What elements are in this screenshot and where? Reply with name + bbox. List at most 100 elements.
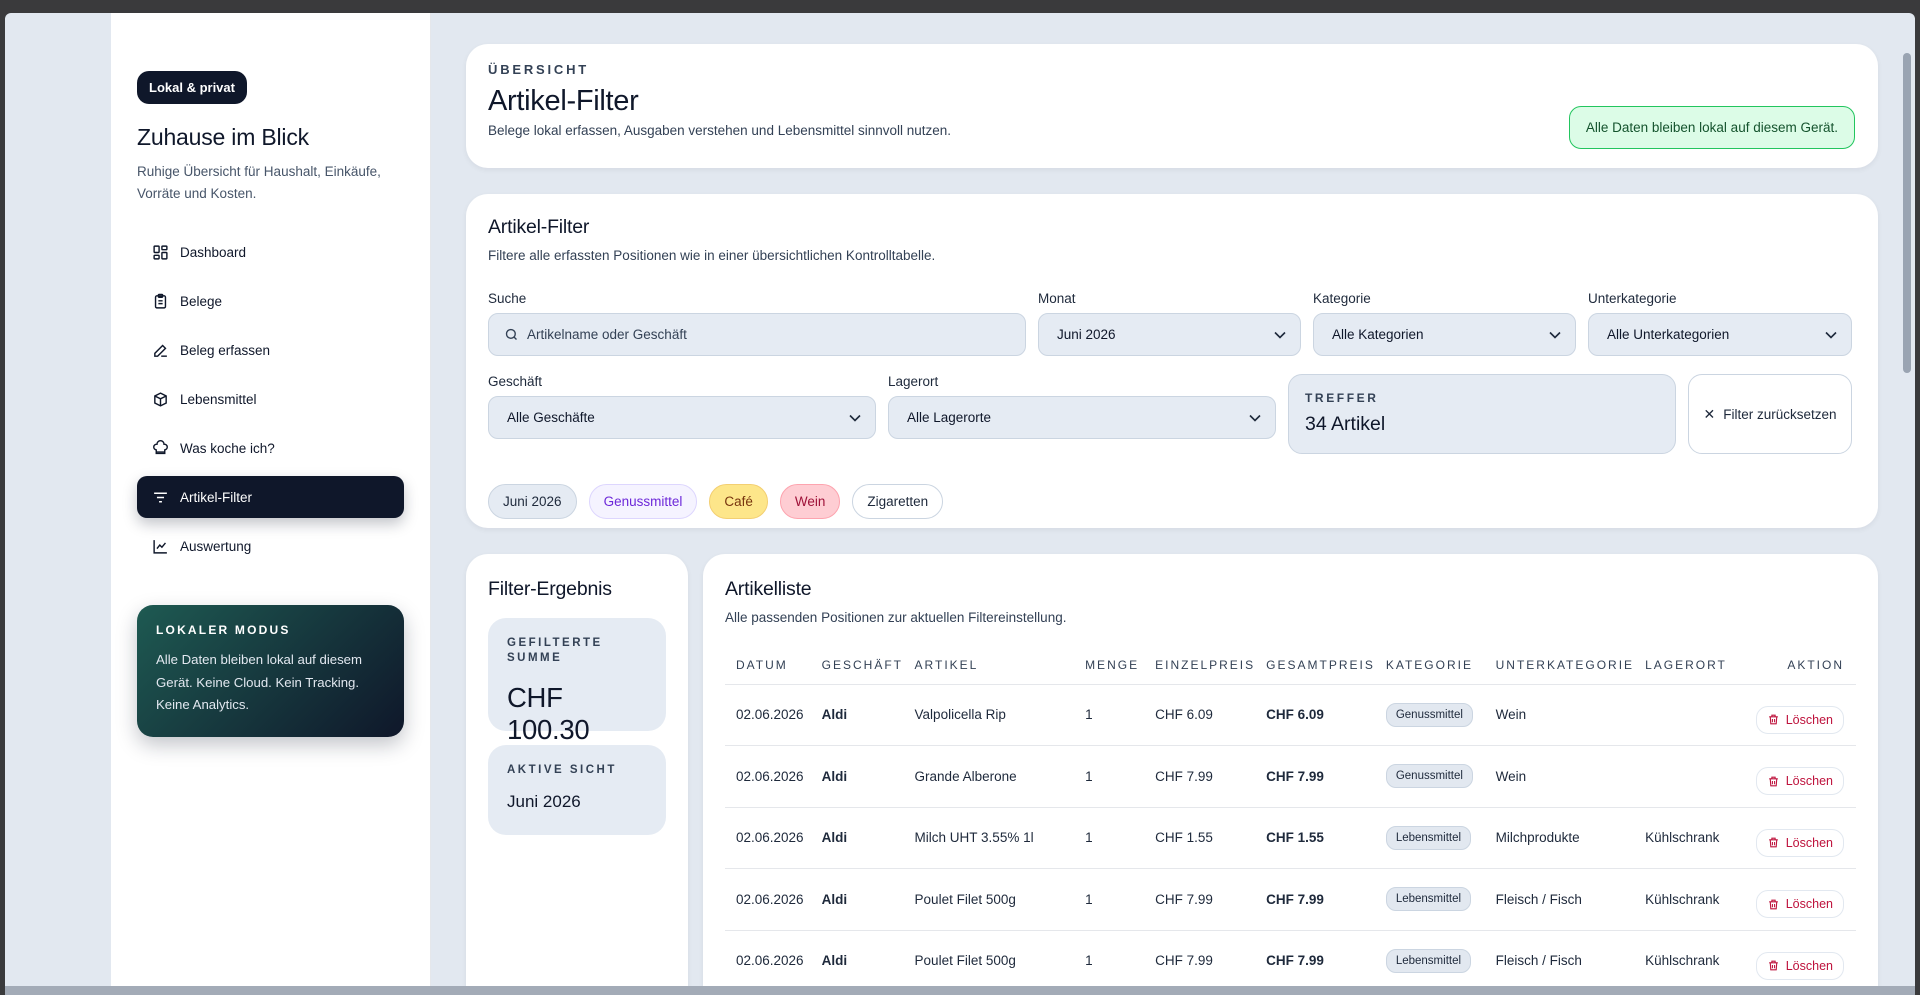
active-view-label: AKTIVE SICHT [507,764,617,776]
reset-filter-button[interactable]: ✕ Filter zurücksetzen [1688,374,1852,454]
subcategory-label: Unterkategorie [1588,291,1677,306]
cell-total-price: CHF 7.99 [1255,868,1375,931]
delete-label: Löschen [1785,774,1833,789]
column-header-quantity[interactable]: MENGE [1074,647,1145,685]
reset-filter-label: Filter zurücksetzen [1723,406,1837,422]
hits-box: TREFFER 34 Artikel [1288,374,1676,454]
sidebar-item-artikel-filter[interactable]: Artikel-Filter [137,476,404,518]
cell-subcategory: Fleisch / Fisch [1484,868,1635,931]
filter-subtitle: Filtere alle erfassten Positionen wie in… [488,248,936,263]
horizontal-scrollbar[interactable] [5,986,1915,995]
delete-label: Löschen [1785,897,1833,912]
sidebar-item-lebensmittel[interactable]: Lebensmittel [137,378,404,420]
cell-date: 02.06.2026 [725,807,811,869]
cell-store: Aldi [810,930,904,992]
filter-result-card: Filter-Ergebnis GEFILTERTE SUMME CHF 100… [466,554,688,995]
column-header-total-price[interactable]: GESAMTPREIS [1255,647,1375,685]
column-header-unit-price[interactable]: EINZELPREIS [1144,647,1256,685]
column-header-category[interactable]: KATEGORIE [1374,647,1485,685]
local-mode-card: LOKALER MODUS Alle Daten bleiben lokal a… [137,605,404,737]
filtered-sum-value: CHF 100.30 [507,682,590,745]
cell-item: Poulet Filet 500g [903,930,1075,992]
sidebar-item-beleg-erfassen[interactable]: Beleg erfassen [137,329,404,371]
cell-category: Genussmittel [1374,745,1485,808]
location-select[interactable]: Alle Lagerorte [888,396,1276,439]
column-header-store[interactable]: GESCHÄFT [810,647,904,685]
month-value: Juni 2026 [1057,327,1116,342]
category-badge: Lebensmittel [1385,887,1472,912]
cell-action: Löschen [1744,684,1856,746]
page-scrollbar[interactable] [1903,53,1911,373]
store-label: Geschäft [488,374,543,389]
chip-genussmittel[interactable]: Genussmittel [588,484,698,519]
chip-wein[interactable]: Wein [779,484,841,519]
cell-subcategory: Wein [1484,684,1635,746]
trash-icon [1768,776,1778,787]
sidebar-item-label: Artikel-Filter [180,489,253,505]
sidebar-item-belege[interactable]: Belege [137,280,404,322]
cell-store: Aldi [810,807,904,869]
month-select[interactable]: Juni 2026 [1038,313,1301,356]
active-view-value: Juni 2026 [507,792,581,811]
cell-date: 02.06.2026 [725,684,811,746]
category-badge: Lebensmittel [1385,948,1472,973]
header-eyebrow: ÜBERSICHT [488,62,590,77]
cell-action: Löschen [1744,868,1856,931]
cell-total-price: CHF 7.99 [1255,745,1375,808]
table-row: 02.06.2026 Aldi Grande Alberone 1 CHF 7.… [725,745,1856,808]
cell-store: Aldi [810,868,904,931]
sidebar-item-label: Dashboard [180,244,247,260]
category-group: Kategorie Alle Kategorien [1313,291,1576,356]
chip-month[interactable]: Juni 2026 [488,484,577,519]
chip-zigaretten[interactable]: Zigaretten [852,484,944,519]
app-window: Lokal & privat Zuhause im Blick Ruhige Ü… [5,13,1915,995]
column-header-item[interactable]: ARTIKEL [903,647,1075,685]
delete-button[interactable]: Löschen [1755,951,1844,980]
month-group: Monat Juni 2026 [1038,291,1301,356]
delete-label: Löschen [1785,958,1833,973]
delete-label: Löschen [1785,835,1833,850]
hits-label: TREFFER [1305,391,1379,405]
box-icon [152,391,169,408]
column-header-subcategory[interactable]: UNTERKATEGORIE [1484,647,1635,685]
subcategory-select[interactable]: Alle Unterkategorien [1588,313,1852,356]
sidebar: Lokal & privat Zuhause im Blick Ruhige Ü… [111,13,431,995]
cell-location [1634,745,1745,808]
cell-quantity: 1 [1074,745,1145,808]
sidebar-item-label: Was koche ich? [180,440,275,456]
chip-cafe[interactable]: Café [709,484,768,519]
cell-total-price: CHF 7.99 [1255,930,1375,992]
store-select[interactable]: Alle Geschäfte [488,396,876,439]
cell-location: Kühlschrank [1634,930,1745,992]
delete-button[interactable]: Löschen [1755,705,1844,734]
column-header-date[interactable]: DATUM [725,647,811,685]
sidebar-item-label: Lebensmittel [180,391,257,407]
search-input[interactable]: Artikelname oder Geschäft [488,313,1026,356]
delete-button[interactable]: Löschen [1755,890,1844,919]
cell-unit-price: CHF 7.99 [1144,868,1256,931]
cell-unit-price: CHF 1.55 [1144,807,1256,869]
active-view-box: AKTIVE SICHT Juni 2026 [488,745,666,835]
column-header-location[interactable]: LAGERORT [1634,647,1745,685]
category-select[interactable]: Alle Kategorien [1313,313,1576,356]
article-table: DATUM GESCHÄFT ARTIKEL MENGE EINZELPREIS… [725,647,1856,992]
trash-icon [1768,899,1778,910]
app-title: Zuhause im Blick [137,124,309,150]
cell-quantity: 1 [1074,930,1145,992]
location-label: Lagerort [888,374,939,389]
subcategory-group: Unterkategorie Alle Unterkategorien [1588,291,1852,356]
result-title: Filter-Ergebnis [488,578,612,600]
article-list-title: Artikelliste [725,578,812,600]
cell-store: Aldi [810,745,904,808]
delete-button[interactable]: Löschen [1755,767,1844,796]
filter-card: Artikel-Filter Filtere alle erfassten Po… [466,194,1878,528]
sidebar-item-auswertung[interactable]: Auswertung [137,525,404,567]
cell-action: Löschen [1744,930,1856,992]
chevron-down-icon [1274,331,1286,339]
sidebar-item-was-koche-ich[interactable]: Was koche ich? [137,427,404,469]
sidebar-item-dashboard[interactable]: Dashboard [137,231,404,273]
cell-quantity: 1 [1074,868,1145,931]
chef-hat-icon [152,439,169,457]
chart-icon [152,538,169,555]
delete-button[interactable]: Löschen [1755,828,1844,857]
